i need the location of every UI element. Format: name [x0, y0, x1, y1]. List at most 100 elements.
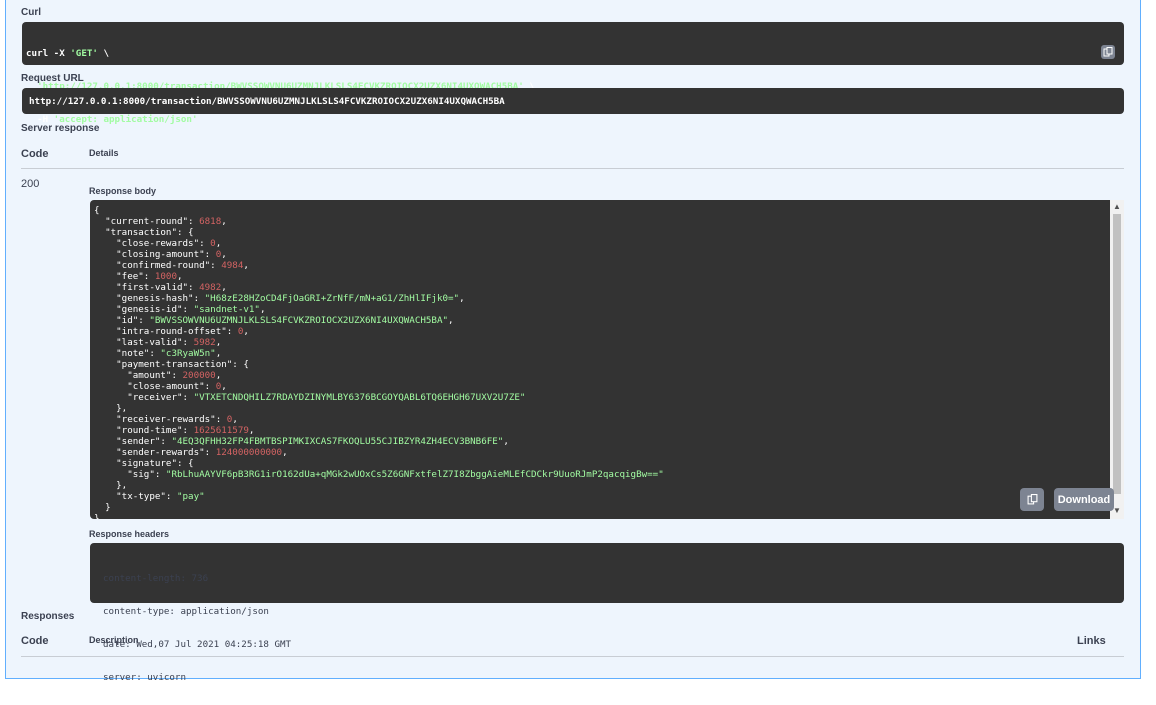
json-token: 4982 — [199, 282, 222, 293]
copy-icon — [1027, 494, 1037, 505]
json-token: , — [221, 216, 227, 227]
responses-description-header: Description — [89, 635, 139, 645]
json-line: "sender-rewards": 124000000000, — [94, 447, 664, 458]
json-token: 1625611579 — [193, 425, 249, 436]
request-url-value[interactable]: http://127.0.0.1:8000/transaction/BWVSSO… — [29, 96, 505, 107]
json-line: } — [94, 502, 664, 513]
responses-divider — [21, 656, 1124, 657]
json-line: }, — [94, 403, 664, 414]
arrow-up-icon[interactable]: ▲ — [1113, 202, 1121, 211]
response-status-code: 200 — [21, 178, 40, 190]
json-token: "round-time": — [94, 425, 194, 436]
json-token: "fee": — [94, 271, 155, 282]
json-token: , — [177, 271, 183, 282]
curl-label: Curl — [21, 7, 41, 18]
json-token: "sender": — [94, 436, 172, 447]
json-token: "id": — [94, 315, 150, 326]
json-token: "intra-round-offset": — [94, 326, 238, 337]
response-headers-text[interactable]: content-length: 736 content-type: applic… — [103, 551, 291, 705]
copy-icon — [1103, 47, 1113, 57]
json-token: , — [243, 260, 249, 271]
json-line: } — [94, 513, 664, 519]
json-line: "close-amount": 0, — [94, 381, 664, 392]
json-token: , — [459, 293, 465, 304]
request-url-label: Request URL — [21, 73, 84, 84]
curl-box: curl -X 'GET' \ 'http://127.0.0.1:8000/t… — [22, 22, 1124, 125]
response-body-json: { "current-round": 6818, "transaction": … — [94, 205, 664, 519]
details-column-header: Details — [89, 148, 119, 158]
json-line: "note": "c3RyaW5n", — [94, 348, 664, 359]
json-token: "last-valid": — [94, 337, 194, 348]
response-body[interactable]: { "current-round": 6818, "transaction": … — [90, 200, 1110, 519]
json-line: "genesis-id": "sandnet-v1", — [94, 304, 664, 315]
json-token: "current-round": — [94, 216, 200, 227]
json-token: , — [259, 304, 266, 315]
responses-links-header: Links — [1077, 635, 1106, 647]
json-token: 1000 — [154, 271, 177, 282]
json-line: "sender": "4EQ3QFHH32FP4FBMTBSPIMKIXCAS7… — [94, 436, 664, 447]
json-line: "tx-type": "pay" — [94, 491, 664, 502]
json-token: "confirmed-round": — [94, 260, 222, 271]
json-token: }, — [94, 480, 128, 491]
header-line: content-type: application/json — [103, 606, 269, 617]
json-token: "close-rewards": — [94, 238, 211, 249]
response-body-scrollbar[interactable]: ▲ ▼ — [1110, 200, 1124, 519]
json-line: { — [94, 205, 664, 216]
json-token: "BWVSSOWVNU6UZMNJLKLSLS4FCVKZROIOCX2UZX6… — [149, 315, 449, 326]
json-token: "close-amount": — [94, 381, 216, 392]
json-token: , — [448, 315, 454, 326]
json-token: "signature": { — [94, 458, 194, 469]
json-line: "payment-transaction": { — [94, 359, 664, 370]
json-token: 200000 — [182, 370, 216, 381]
json-line: "intra-round-offset": 0, — [94, 326, 664, 337]
copy-curl-button[interactable] — [1101, 45, 1115, 59]
json-line: "closing-amount": 0, — [94, 249, 664, 260]
json-line: "confirmed-round": 4984, — [94, 260, 664, 271]
json-token: , — [215, 370, 222, 381]
code-column-header: Code — [21, 148, 49, 160]
json-token: "sig": — [94, 469, 166, 480]
header-line: server: uvicorn — [103, 672, 186, 683]
server-response-label: Server response — [21, 123, 100, 134]
json-token: "sender-rewards": — [94, 447, 216, 458]
json-token: "transaction": { — [94, 227, 194, 238]
responses-code-header: Code — [21, 635, 49, 647]
json-line: "signature": { — [94, 458, 664, 469]
arrow-down-icon[interactable]: ▼ — [1113, 506, 1121, 515]
json-token: "closing-amount": — [94, 249, 216, 260]
json-token: , — [503, 436, 509, 447]
json-token: "RbLhuAAYVF6pB3RG1irO162dUa+qMGk2wUOxCs5… — [165, 469, 664, 480]
json-token: "H68zE28HZoCD4FjOaGRI+ZrNfF/mN+aG1/ZhHlI… — [204, 293, 460, 304]
curl-command[interactable]: curl -X 'GET' \ 'http://127.0.0.1:8000/t… — [26, 26, 535, 147]
curl-line-1: curl -X 'GET' \ — [26, 48, 110, 59]
json-token: "VTXETCNDQHILZ7RDAYDZINYMLBY6376BCGOYQAB… — [193, 392, 526, 403]
json-token: 4984 — [221, 260, 244, 271]
download-button[interactable]: Download — [1054, 488, 1114, 511]
json-token: "pay" — [176, 491, 205, 502]
json-token: , — [215, 348, 222, 359]
json-line: "amount": 200000, — [94, 370, 664, 381]
json-token: "tx-type": — [94, 491, 177, 502]
json-line: "receiver": "VTXETCNDQHILZ7RDAYDZINYMLBY… — [94, 392, 664, 403]
copy-body-button[interactable] — [1020, 488, 1044, 511]
json-token: "4EQ3QFHH32FP4FBMTBSPIMKIXCAS7FKOQLU55CJ… — [171, 436, 504, 447]
header-line: content-length: 736 — [103, 573, 209, 584]
json-line: "fee": 1000, — [94, 271, 664, 282]
json-token: "genesis-id": — [94, 304, 194, 315]
json-line: "transaction": { — [94, 227, 664, 238]
json-line: "first-valid": 4982, — [94, 282, 664, 293]
scroll-thumb[interactable] — [1113, 214, 1121, 494]
json-token: "sandnet-v1" — [193, 304, 260, 315]
json-token: "payment-transaction": { — [94, 359, 249, 370]
json-token: }, — [94, 403, 128, 414]
json-token: 6818 — [199, 216, 222, 227]
responses-label: Responses — [21, 611, 75, 622]
json-token: "receiver": — [94, 392, 194, 403]
response-headers: content-length: 736 content-type: applic… — [90, 543, 1124, 683]
json-line: "sig": "RbLhuAAYVF6pB3RG1irO162dUa+qMGk2… — [94, 469, 664, 480]
json-token: , — [243, 326, 249, 337]
json-token: } — [94, 513, 100, 519]
json-line: "round-time": 1625611579, — [94, 425, 664, 436]
json-token: } — [94, 502, 111, 513]
json-token: "amount": — [94, 370, 183, 381]
